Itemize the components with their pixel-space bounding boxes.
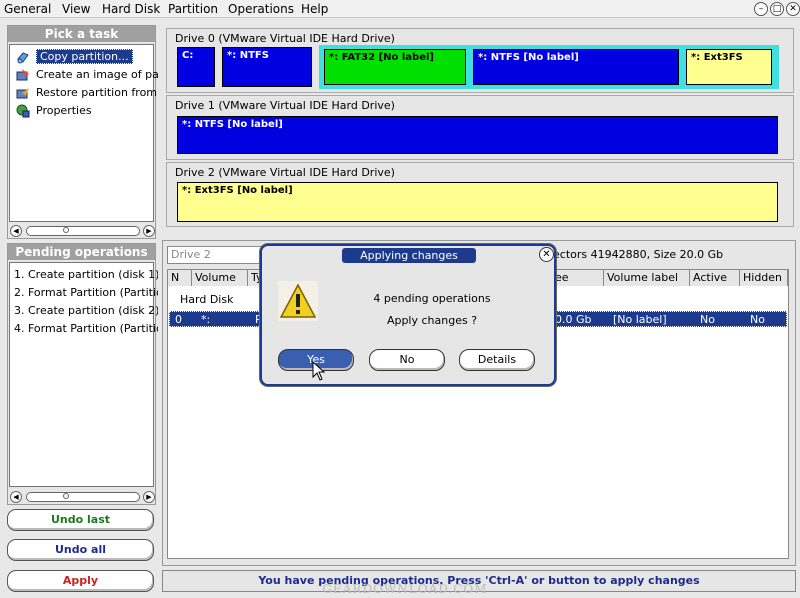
no-button[interactable]: No — [369, 349, 445, 371]
partition-ntfs-nolabel[interactable]: *: NTFS [No label] — [473, 49, 679, 85]
scroll-thumb[interactable] — [63, 493, 69, 499]
drive-1-panel: Drive 1 (VMware Virtual IDE Hard Drive) … — [166, 95, 794, 160]
menu-help[interactable]: Help — [301, 2, 328, 16]
cell-hidden: No — [750, 313, 765, 326]
details-button[interactable]: Details — [459, 349, 535, 371]
drive-select[interactable]: Drive 2 — [167, 246, 263, 264]
drive-title: Drive 1 (VMware Virtual IDE Hard Drive) — [175, 99, 395, 112]
scroll-thumb[interactable] — [63, 227, 69, 233]
group-label: Hard Disk — [180, 293, 234, 306]
drive-2-panel: Drive 2 (VMware Virtual IDE Hard Drive) … — [166, 162, 794, 227]
maximize-icon[interactable]: □ — [770, 2, 784, 16]
column-header[interactable]: N — [168, 270, 192, 286]
partition-c[interactable]: C: — [177, 47, 215, 87]
close-icon[interactable]: ✕ — [786, 2, 800, 16]
task-label: Copy partition... — [36, 49, 133, 64]
watermark-text: GEARDOWNLOAD.COM — [322, 582, 488, 596]
pending-item[interactable]: 4. Format Partition (Partitio — [14, 322, 158, 335]
pending-item[interactable]: 1. Create partition (disk 1) — [14, 268, 158, 281]
task-create-image[interactable]: Create an image of pa — [16, 66, 159, 83]
task-label: Restore partition from — [36, 86, 158, 99]
create-image-icon — [16, 69, 29, 81]
task-label: Create an image of pa — [36, 68, 159, 81]
scroll-right-icon[interactable]: ▶ — [143, 491, 155, 503]
properties-icon — [16, 104, 30, 118]
partition-ntfs-nolabel[interactable]: *: NTFS [No label] — [177, 116, 778, 154]
task-label: Properties — [36, 104, 92, 117]
scroll-right-icon[interactable]: ▶ — [143, 225, 155, 237]
task-properties[interactable]: Properties — [16, 102, 92, 119]
menu-hard-disk[interactable]: Hard Disk — [102, 2, 160, 16]
apply-changes-dialog: Applying changes ✕ 4 pending operations … — [260, 244, 556, 386]
scroll-track[interactable] — [26, 226, 140, 236]
column-header[interactable]: Volume — [192, 270, 248, 286]
column-header[interactable]: Volume label — [604, 270, 690, 286]
drive-0-panel: Drive 0 (VMware Virtual IDE Hard Drive) … — [166, 28, 794, 93]
cell-n: 0 — [175, 313, 182, 326]
task-restore-partition[interactable]: Restore partition from — [16, 84, 157, 101]
scroll-left-icon[interactable]: ◀ — [10, 225, 22, 237]
minimize-icon[interactable]: – — [754, 2, 768, 16]
pending-item[interactable]: 2. Format Partition (Partitio — [14, 286, 158, 299]
menubar: General View Hard Disk Partition Operati… — [0, 0, 800, 18]
cell-volume-label: [No label] — [613, 313, 667, 326]
pending-panel-title: Pending operations — [8, 244, 155, 260]
drive-title: Drive 0 (VMware Virtual IDE Hard Drive) — [175, 32, 395, 45]
undo-last-button[interactable]: Undo last — [7, 509, 154, 531]
drive-info: ectors 41942880, Size 20.0 Gb — [553, 248, 724, 261]
menu-general[interactable]: General — [4, 2, 51, 16]
column-header[interactable]: Hidden — [740, 270, 788, 286]
dialog-message-count: 4 pending operations — [373, 292, 491, 305]
column-header[interactable]: ee — [552, 270, 604, 286]
task-copy-partition[interactable]: Copy partition... — [16, 48, 133, 65]
apply-button[interactable]: Apply — [7, 570, 154, 592]
restore-partition-icon — [16, 88, 29, 99]
undo-all-button[interactable]: Undo all — [7, 539, 154, 561]
partition-fat32[interactable]: *: FAT32 [No label] — [324, 49, 466, 85]
column-header[interactable]: Active — [690, 270, 740, 286]
partition-ext3fs-nolabel[interactable]: *: Ext3FS [No label] — [177, 182, 778, 222]
cell-active: No — [700, 313, 715, 326]
menu-view[interactable]: View — [62, 2, 90, 16]
pending-panel: Pending operations 1. Create partition (… — [7, 243, 158, 505]
copy-partition-icon — [17, 52, 29, 64]
partition-ext3fs[interactable]: *: Ext3FS — [686, 49, 772, 85]
scroll-track[interactable] — [26, 492, 140, 502]
pending-list: 1. Create partition (disk 1) 2. Format P… — [9, 262, 158, 487]
cell-volume: *: — [201, 313, 211, 326]
pending-item[interactable]: 3. Create partition (disk 2) — [14, 304, 158, 317]
dialog-message-question: Apply changes ? — [386, 314, 478, 327]
dialog-title: Applying changes — [342, 248, 476, 263]
partition-ntfs[interactable]: *: NTFS — [222, 47, 312, 87]
dialog-close-icon[interactable]: ✕ — [539, 247, 554, 262]
cell-size: 0.0 Gb — [555, 313, 592, 326]
drive-title: Drive 2 (VMware Virtual IDE Hard Drive) — [175, 166, 395, 179]
warning-icon — [278, 281, 318, 321]
task-list-scrollbar[interactable]: ◀ ▶ — [10, 225, 155, 237]
scroll-left-icon[interactable]: ◀ — [10, 491, 22, 503]
menu-partition[interactable]: Partition — [168, 2, 218, 16]
pending-list-scrollbar[interactable]: ◀ ▶ — [10, 491, 155, 503]
task-panel-title: Pick a task — [8, 26, 155, 42]
menu-operations[interactable]: Operations — [228, 2, 294, 16]
task-panel: Pick a task Copy partition... Create an … — [7, 25, 159, 239]
task-list: Copy partition... Create an image of pa … — [9, 44, 159, 222]
mouse-cursor-icon — [312, 361, 326, 381]
